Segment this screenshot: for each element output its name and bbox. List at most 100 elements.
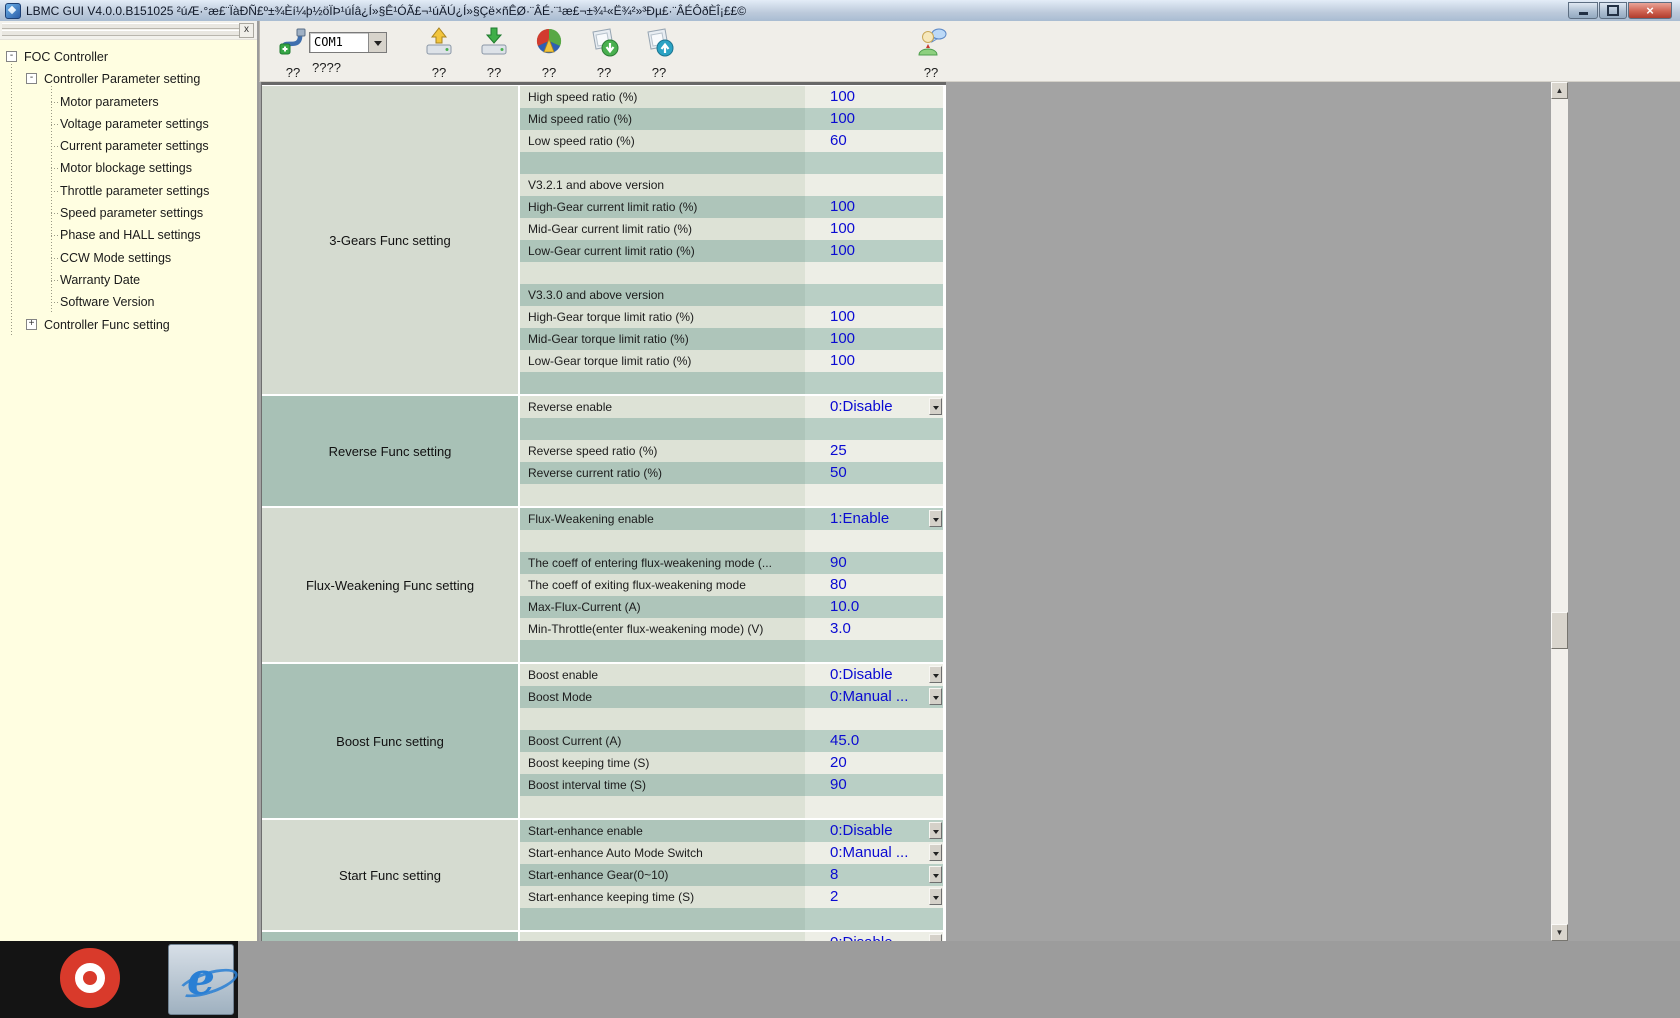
tree-item-ccw-mode-settings[interactable]: CCW Mode settings [0,247,257,269]
dropdown-button[interactable] [929,888,942,905]
param-value-cell[interactable]: 60 [805,130,943,152]
panel-close-icon[interactable]: x [239,23,254,38]
param-value-cell[interactable]: 100 [805,196,943,218]
param-value-cell[interactable]: 10.0 [805,596,943,618]
table-row [520,640,943,662]
param-value-cell[interactable]: 100 [805,86,943,108]
export-file-button[interactable]: ?? [632,26,686,80]
chevron-down-icon [933,896,939,900]
table-row: Start-enhance enable0:Disable [520,820,943,842]
param-label [520,796,805,818]
taskbar-app-icon-browser[interactable]: e [168,944,234,1015]
param-value-cell[interactable]: 25 [805,440,943,462]
chevron-down-icon [933,518,939,522]
param-value-cell[interactable]: 0:Disable [805,932,943,941]
tree-item-controller-parameter-setting[interactable]: -Controller Parameter setting [0,68,257,90]
param-value-cell[interactable]: 80 [805,574,943,596]
param-value-cell[interactable]: 0:Manual ... [805,842,943,864]
param-value-cell[interactable]: 90 [805,552,943,574]
param-value-cell[interactable]: 1:Enable [805,508,943,530]
dropdown-button[interactable] [929,822,942,839]
tree-item-speed-parameter-settings[interactable]: Speed parameter settings [0,202,257,224]
table-row: Low-Gear current limit ratio (%)100 [520,240,943,262]
param-label [520,530,805,552]
dropdown-button[interactable] [929,866,942,883]
param-value-cell[interactable]: 8 [805,864,943,886]
param-value-cell[interactable]: 3.0 [805,618,943,640]
import-file-button[interactable]: ?? [577,26,631,80]
table-top-border [262,82,946,85]
collapse-icon[interactable]: - [6,51,17,62]
tree-item-foc-controller[interactable]: -FOC Controller [0,46,257,68]
param-value-cell[interactable]: 0:Disable [805,664,943,686]
export-file-icon [643,26,675,58]
vertical-scrollbar[interactable]: ▲ ▼ [1551,82,1568,941]
panel-grip[interactable] [2,30,239,36]
param-value-cell[interactable]: 20 [805,752,943,774]
read-device-button[interactable]: ?? [467,26,521,80]
dropdown-button[interactable] [929,398,942,415]
write-device-label: ?? [412,65,466,80]
param-value-cell [805,484,943,506]
param-value: 45.0 [830,730,859,752]
param-value-cell[interactable]: 50 [805,462,943,484]
param-label [520,372,805,394]
param-label: High-Gear current limit ratio (%) [520,196,805,218]
tree-item-software-version[interactable]: Software Version [0,291,257,313]
tree-item-motor-parameters[interactable]: Motor parameters [0,91,257,113]
com-port-dropdown-button[interactable] [368,33,386,52]
user-info-button[interactable]: ?? [904,26,958,80]
param-value: 10.0 [830,596,859,618]
tree-item-voltage-parameter-settings[interactable]: Voltage parameter settings [0,113,257,135]
close-button[interactable]: × [1628,2,1672,19]
tree-item-label: Controller Func setting [44,314,170,336]
taskbar-app-icon-red[interactable] [60,948,120,1008]
param-value-cell[interactable]: 100 [805,306,943,328]
scrollbar-thumb[interactable] [1551,612,1568,649]
param-label [520,932,805,941]
write-device-button[interactable]: ?? [412,26,466,80]
param-value-cell[interactable]: 100 [805,218,943,240]
dropdown-button[interactable] [929,510,942,527]
param-value-cell[interactable]: 90 [805,774,943,796]
dropdown-button[interactable] [929,934,942,941]
minimize-button[interactable] [1568,2,1598,19]
monitor-button[interactable]: ?? [522,26,576,80]
scroll-up-button[interactable]: ▲ [1551,82,1568,99]
tree-connector [51,124,59,125]
table-row: High-Gear torque limit ratio (%)100 [520,306,943,328]
scroll-down-button[interactable]: ▼ [1551,924,1568,941]
dropdown-button[interactable] [929,688,942,705]
param-value-cell[interactable]: 100 [805,328,943,350]
param-value-cell[interactable]: 45.0 [805,730,943,752]
table-section-3-gears-func-setting: 3-Gears Func settingHigh speed ratio (%)… [262,86,943,394]
param-label [520,152,805,174]
tree-item-phase-and-hall-settings[interactable]: Phase and HALL settings [0,224,257,246]
table-row: Start-enhance keeping time (S)2 [520,886,943,908]
param-value-cell[interactable]: 100 [805,240,943,262]
tree-item-motor-blockage-settings[interactable]: Motor blockage settings [0,157,257,179]
tree-connector [51,258,59,259]
param-value-cell[interactable]: 0:Disable [805,820,943,842]
param-value-cell[interactable]: 2 [805,886,943,908]
tree-item-throttle-parameter-settings[interactable]: Throttle parameter settings [0,180,257,202]
section-name-cell: Boost Func setting [262,664,518,818]
import-file-icon [588,26,620,58]
tree-item-warranty-date[interactable]: Warranty Date [0,269,257,291]
param-value-cell[interactable]: 100 [805,350,943,372]
dropdown-button[interactable] [929,844,942,861]
tree-item-current-parameter-settings[interactable]: Current parameter settings [0,135,257,157]
expand-icon[interactable]: + [26,319,37,330]
maximize-icon [1607,5,1619,16]
param-value-cell[interactable]: 0:Manual ... [805,686,943,708]
param-value-cell[interactable]: 100 [805,108,943,130]
maximize-button[interactable] [1599,2,1627,19]
tree-item-controller-func-setting[interactable]: + Controller Func setting [0,314,257,336]
collapse-icon[interactable]: - [26,73,37,84]
panel-grip[interactable] [2,23,239,29]
param-value-cell [805,284,943,306]
param-value-cell[interactable]: 0:Disable [805,396,943,418]
dropdown-button[interactable] [929,666,942,683]
com-port-select[interactable]: COM1 [309,32,387,53]
param-value-cell [805,640,943,662]
